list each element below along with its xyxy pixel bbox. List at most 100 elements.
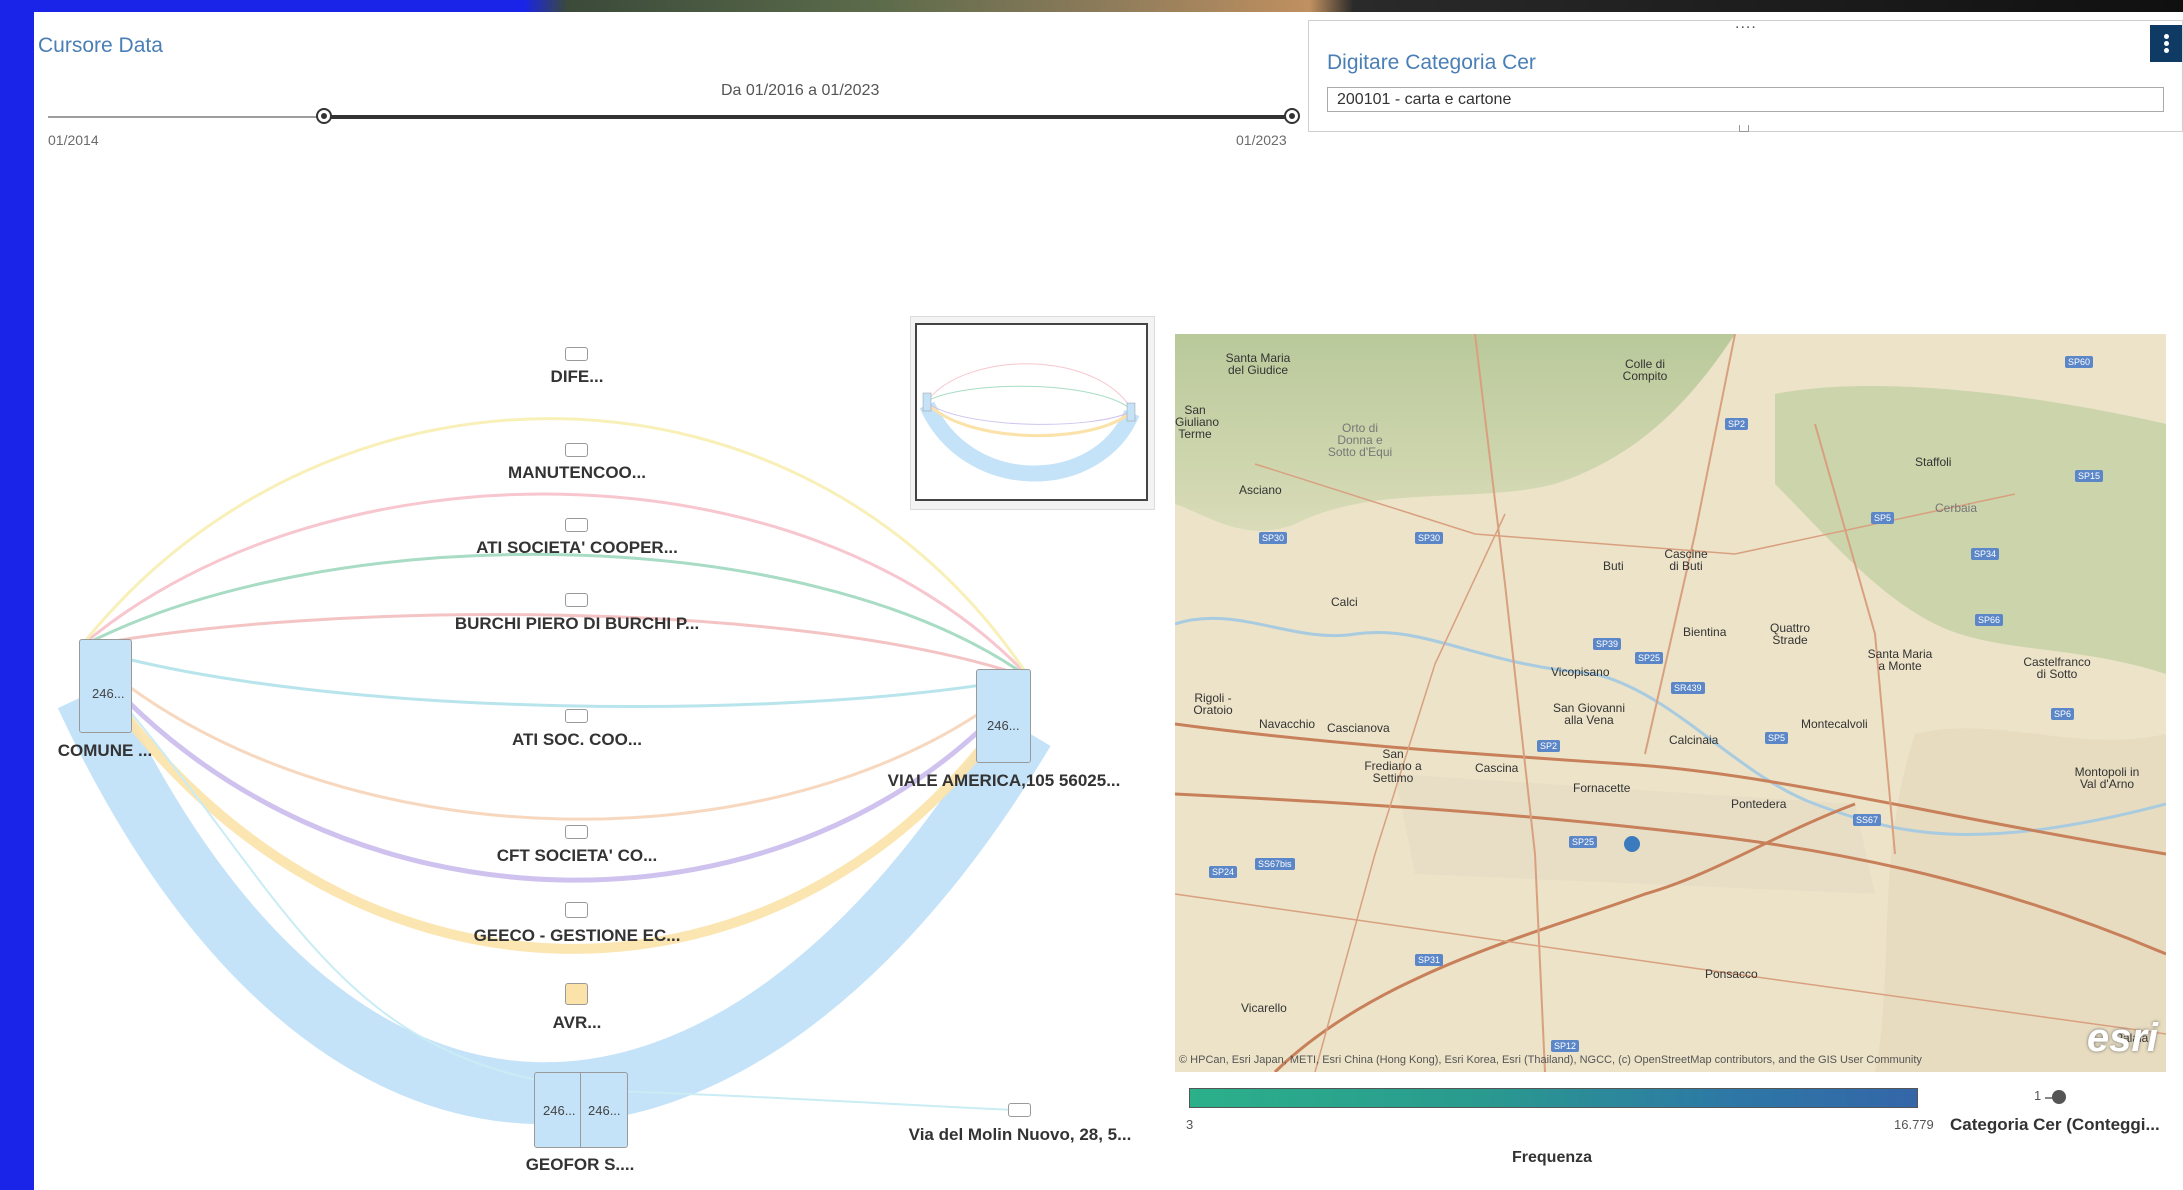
legend-size-label: 1 [2034,1088,2042,1103]
sankey-node-geofor-label: GEOFOR S.... [525,1155,635,1174]
map-place-1: Colle di Compito [1622,357,1668,383]
map-place-2: San Giuliano Terme [1175,403,1220,441]
road-shield: SS67 [1853,814,1882,826]
sankey-node-cft-label: CFT SOCIETA' CO... [496,846,658,865]
sankey-node-source[interactable]: 246... [79,639,132,733]
cer-panel-title: Digitare Categoria Cer [1327,51,1536,74]
map-place-23: Fornacette [1573,781,1631,795]
map-place-11: Quattro Strade [1769,621,1811,647]
sankey-node-geeco-label: GEECO - GESTIONE EC... [473,926,681,945]
road-shield: SP2 [1725,418,1749,430]
map-place-5: Staffoli [1915,455,1952,469]
sankey-node-viale-america-value: 246... [987,718,1020,733]
road-shield: SP12 [1551,1040,1580,1052]
sankey-node-manutencoo-label: MANUTENCOO... [508,463,646,482]
map-place-9: Calci [1331,595,1358,609]
map-place-8: Cascine di Buti [1664,547,1708,573]
sankey-node-ati-societa-label: ATI SOCIETA' COOPER... [476,538,678,557]
map-view[interactable]: Santa Maria del Giudice Colle di Compito… [1175,334,2166,1072]
sankey-node-dife-label: DIFE... [550,367,604,386]
panel-resize-handle[interactable] [1739,125,1749,132]
cer-category-input[interactable]: 200101 - carta e cartone [1327,87,2164,112]
map-place-26: Ponsacco [1705,967,1758,981]
sankey-node-cft[interactable] [565,825,588,839]
road-shield: SP24 [1209,866,1238,878]
minimap-preview [919,363,1140,482]
road-shield: SP5 [1765,732,1789,744]
map-place-25: Montopoli in Val d'Arno [2074,765,2140,791]
legend-size-symbol [2052,1090,2066,1104]
date-slider-end-handle[interactable] [1284,108,1300,124]
map-basemap [1175,334,2166,1072]
road-shield: SP25 [1569,836,1598,848]
map-place-17: Navacchio [1259,717,1316,731]
sankey-node-source-value: 246... [92,686,125,701]
map-place-24: Pontedera [1731,797,1787,811]
sankey-node-geofor-value-right: 246... [588,1103,621,1118]
road-shield: SP15 [2075,470,2104,482]
sankey-node-geofor-divider [580,1073,581,1147]
sankey-node-avr[interactable] [565,983,588,1005]
minimap-viewport [915,323,1148,501]
sankey-node-via-molin-label: Via del Molin Nuovo, 28, 5... [908,1125,1132,1144]
cer-category-panel: .... Digitare Categoria Cer 200101 - car… [1308,15,2183,132]
map-place-14: Vicopisano [1551,665,1610,679]
flow-band-geofor[interactable] [57,681,1051,1125]
road-shield: SP60 [2065,356,2094,368]
map-place-7: Buti [1603,559,1624,573]
map-place-6: Cerbaia [1935,501,1978,515]
road-shield: SP34 [1971,548,2000,560]
map-place-12: Santa Maria a Monte [1867,647,1933,673]
sankey-node-burchi[interactable] [565,593,588,607]
map-place-0: Santa Maria del Giudice [1225,351,1291,377]
sankey-node-viale-america-label: VIALE AMERICA,105 56025... [887,771,1121,790]
road-shield: SS67bis [1255,858,1295,870]
road-shield: SP30 [1415,532,1444,544]
road-shield: SP39 [1593,638,1622,650]
road-shield: SP30 [1259,532,1288,544]
map-place-21: Calcinaia [1669,733,1719,747]
sankey-node-geofor[interactable]: 246... 246... [534,1072,628,1148]
map-place-4: Asciano [1239,483,1282,497]
flow-band-manutencoo[interactable] [85,492,1026,674]
sankey-node-via-molin[interactable] [1008,1103,1031,1117]
map-place-18: Cascianova [1327,721,1390,735]
road-shield: SP2 [1537,740,1561,752]
road-shield: SP6 [2051,708,2075,720]
road-shield: SR439 [1671,682,1705,694]
panel-drag-handle[interactable]: .... [1735,15,1757,33]
sankey-node-avr-label: AVR... [552,1013,602,1032]
sankey-node-ati-soc-coo-label: ATI SOC. COO... [511,730,643,749]
sankey-node-source-label: COMUNE ... [57,741,153,760]
road-shield: SP66 [1975,614,2004,626]
sankey-minimap[interactable] [910,316,1155,510]
legend-category-label: Categoria Cer (Conteggi... [1950,1115,2160,1134]
sankey-node-ati-societa[interactable] [565,518,588,532]
sankey-node-burchi-label: BURCHI PIERO DI BURCHI P... [454,614,700,633]
map-location-marker[interactable] [1624,836,1640,852]
flow-band-ati-soc-coo[interactable] [85,646,1025,708]
road-shield: SP25 [1635,652,1664,664]
legend-axis-label: Frequenza [1512,1149,1593,1166]
road-shield: SP31 [1415,954,1444,966]
road-shield: SP5 [1871,512,1895,524]
map-place-20: Cascina [1475,761,1519,775]
sankey-node-viale-america[interactable]: 246... [976,669,1031,763]
esri-logo: esri [2086,1016,2158,1060]
frequency-color-ramp [1189,1088,1918,1108]
map-place-13: Castelfranco di Sotto [2023,655,2091,681]
map-place-22: Montecalvoli [1801,717,1868,731]
sankey-node-dife[interactable] [565,347,588,361]
sankey-node-manutencoo[interactable] [565,443,588,457]
panel-menu-kebab-icon[interactable] [2150,25,2182,62]
sankey-node-geeco[interactable] [565,902,588,918]
sankey-node-ati-soc-coo[interactable] [565,709,588,723]
map-attribution: © HPCan, Esri Japan, METI, Esri China (H… [1179,1054,1922,1066]
map-place-16: Rigoli - Oratoio [1193,691,1233,717]
date-slider-max-label: 01/2023 [1236,132,1287,148]
map-place-3: Orto di Donna e Sotto d'Equi [1327,421,1393,459]
map-place-15: San Giovanni alla Vena [1552,701,1626,727]
sankey-node-geofor-value-left: 246... [543,1103,576,1118]
map-place-27: Vicarello [1241,1001,1287,1015]
map-place-10: Bientina [1683,625,1727,639]
